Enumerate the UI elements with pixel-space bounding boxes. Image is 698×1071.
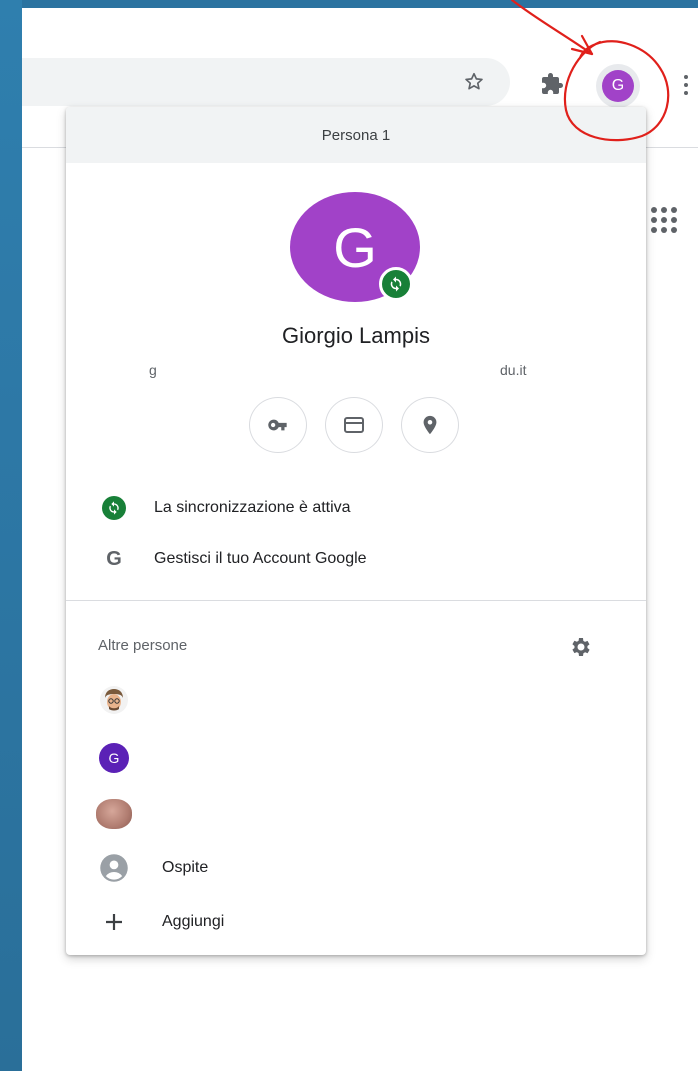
- extensions-icon[interactable]: [536, 68, 568, 100]
- sync-status-row[interactable]: La sincronizzazione è attiva: [66, 488, 646, 528]
- gear-icon[interactable]: [568, 635, 594, 661]
- profile-button[interactable]: G: [596, 64, 640, 108]
- star-icon[interactable]: [458, 66, 490, 98]
- guest-row[interactable]: Ospite: [66, 847, 646, 891]
- apps-grid-icon[interactable]: [648, 204, 684, 240]
- sync-badge-icon: [379, 267, 413, 301]
- cartoon-avatar-icon: [99, 685, 129, 715]
- section-divider: [66, 600, 646, 601]
- profile-email-end: du.it: [500, 362, 527, 378]
- guest-icon: [99, 853, 129, 883]
- payment-methods-button[interactable]: [325, 397, 383, 453]
- initial-avatar-icon: G: [99, 743, 129, 773]
- location-pin-icon: [423, 415, 437, 435]
- add-person-label: Aggiungi: [162, 913, 225, 930]
- more-vert-icon[interactable]: [676, 68, 696, 102]
- add-icon: [99, 907, 129, 937]
- google-g-icon: G: [106, 547, 122, 570]
- other-people-heading: Altre persone: [98, 637, 188, 654]
- manage-account-row[interactable]: G Gestisci il tuo Account Google: [66, 539, 646, 579]
- card-icon: [344, 417, 364, 433]
- other-person-row-1[interactable]: [66, 679, 646, 723]
- profile-name: Giorgio Lampis: [282, 323, 430, 348]
- desktop-background-top: [0, 0, 698, 8]
- other-person-row-3[interactable]: [66, 793, 646, 837]
- profile-avatar-small: G: [602, 70, 634, 102]
- sync-icon: [100, 494, 128, 522]
- profile-menu-panel: Persona 1 G Giorgio Lampis g du.it La si…: [66, 107, 646, 955]
- address-bar[interactable]: [22, 58, 510, 106]
- guest-label: Ospite: [162, 859, 209, 876]
- desktop-background-left: [0, 0, 22, 1071]
- photo-avatar-icon: [96, 799, 132, 829]
- manage-account-label: Gestisci il tuo Account Google: [154, 550, 367, 567]
- panel-header: Persona 1: [66, 107, 646, 163]
- sync-status-label: La sincronizzazione è attiva: [154, 499, 351, 516]
- add-person-row[interactable]: Aggiungi: [66, 901, 646, 945]
- profile-email-start: g: [149, 362, 157, 378]
- passwords-button[interactable]: [249, 397, 307, 453]
- other-person-row-2[interactable]: G: [66, 737, 646, 781]
- addresses-button[interactable]: [401, 397, 459, 453]
- key-icon: [268, 419, 287, 431]
